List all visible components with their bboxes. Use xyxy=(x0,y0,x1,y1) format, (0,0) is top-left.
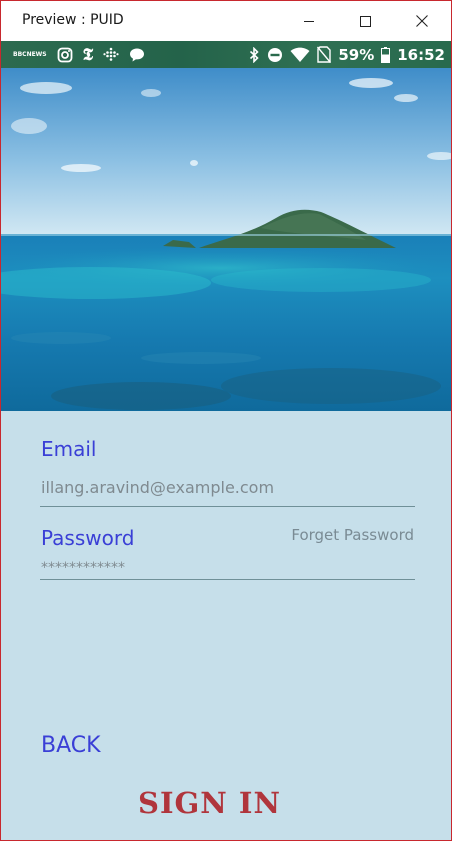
chat-bubble-icon xyxy=(129,47,145,63)
hero-image xyxy=(1,68,451,411)
battery-icon xyxy=(381,46,391,63)
do-not-disturb-icon xyxy=(267,47,283,63)
no-sim-icon xyxy=(317,46,332,63)
status-bar: BBC NEWS 𝕿 59% 16:52 xyxy=(1,41,451,68)
email-label: Email xyxy=(41,437,97,461)
email-field[interactable] xyxy=(40,468,415,507)
notification-icons: BBC NEWS 𝕿 xyxy=(13,44,145,65)
clock-time: 16:52 xyxy=(397,45,445,64)
maximize-icon xyxy=(359,15,371,27)
close-button[interactable] xyxy=(394,1,450,41)
battery-percent: 59% xyxy=(338,45,375,64)
system-icons: 59% 16:52 xyxy=(249,44,445,65)
dots-app-icon xyxy=(103,47,119,63)
forget-password-link[interactable]: Forget Password xyxy=(291,526,414,544)
minimize-icon xyxy=(304,20,314,22)
bbc-text: BBC xyxy=(13,50,27,58)
login-form: Email Password Forget Password BACK SIGN… xyxy=(1,411,451,840)
sea-island-illustration xyxy=(1,68,451,411)
nyt-icon: 𝕿 xyxy=(82,44,94,65)
window-titlebar[interactable]: Preview : PUID xyxy=(1,1,451,41)
wifi-icon xyxy=(290,47,310,63)
instagram-icon xyxy=(57,47,73,63)
sign-in-button[interactable]: SIGN IN xyxy=(138,786,281,820)
maximize-button[interactable] xyxy=(337,1,393,41)
close-icon xyxy=(416,15,428,27)
window-title: Preview : PUID xyxy=(22,12,124,28)
back-button[interactable]: BACK xyxy=(41,733,101,758)
password-label: Password xyxy=(41,526,135,550)
password-field[interactable] xyxy=(40,556,415,580)
minimize-button[interactable] xyxy=(281,1,337,41)
bluetooth-icon xyxy=(249,46,260,63)
news-text: NEWS xyxy=(26,50,47,58)
bbc-news-icon: BBC NEWS xyxy=(13,50,47,58)
app-window: Preview : PUID BBC NEWS 𝕿 59% 16:52 Emai… xyxy=(0,0,452,841)
